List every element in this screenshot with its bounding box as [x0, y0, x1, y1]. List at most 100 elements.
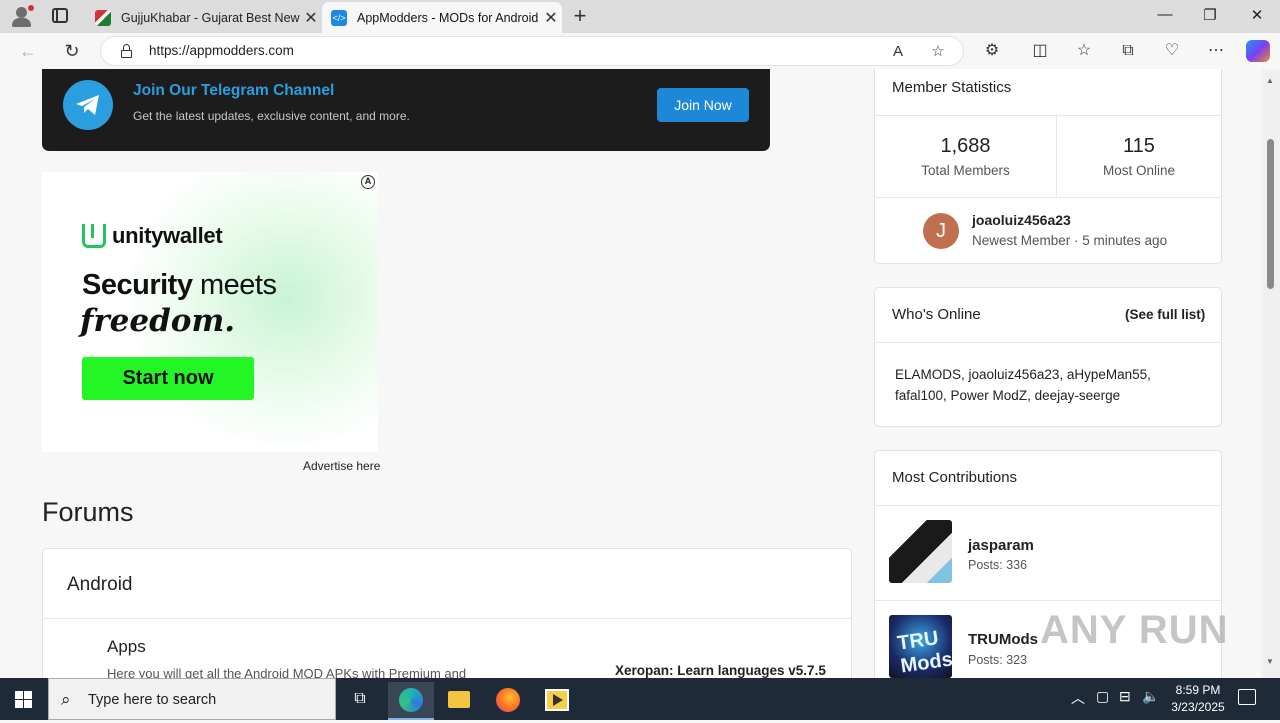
- newest-member-meta: Newest Member · 5 minutes ago: [972, 233, 1168, 248]
- ad-headline-rest: meets: [192, 269, 277, 301]
- search-icon: ⌕: [61, 690, 71, 709]
- windows-start-icon[interactable]: [15, 691, 32, 708]
- new-tab-button[interactable]: +: [568, 3, 592, 29]
- address-bar[interactable]: https://appmodders.com A ☆: [100, 36, 964, 66]
- divider: [875, 197, 1221, 198]
- device-icon[interactable]: ▢: [1096, 688, 1109, 705]
- restore-button[interactable]: ❐: [1199, 6, 1221, 26]
- avatar-text: TRU Mods: [896, 627, 952, 678]
- stat-label: Total Members: [921, 163, 1010, 178]
- contributor-name[interactable]: jasparam: [968, 537, 1034, 554]
- system-clock[interactable]: 8:59 PM 3/23/2025: [1160, 682, 1236, 716]
- most-online-stat: 115 Most Online: [1057, 135, 1221, 178]
- tab-gujjukhabar[interactable]: GujjuKhabar - Gujarat Best News ✕: [86, 2, 322, 33]
- latest-post-link[interactable]: Xeropan: Learn languages v5.7.5: [615, 663, 826, 678]
- tab-strip: GujjuKhabar - Gujarat Best News ✕ </> Ap…: [0, 0, 1280, 33]
- unitywallet-logo-icon: [82, 224, 106, 248]
- profile-icon[interactable]: [10, 5, 34, 27]
- stat-value: 1,688: [940, 135, 991, 157]
- windows-taskbar: ⌕ Type here to search ⧉ ︿ ▢ ⊟ 🔈 8:59 PM …: [0, 678, 1280, 720]
- search-placeholder[interactable]: Type here to search: [88, 692, 216, 708]
- member-statistics-card: Member Statistics 1,688 Total Members 11…: [874, 69, 1222, 264]
- telegram-icon: [63, 80, 113, 130]
- online-users-list[interactable]: ELAMODS, joaoluiz456a23, aHypeMan55, faf…: [895, 364, 1195, 406]
- card-title: Member Statistics: [892, 79, 1012, 96]
- telegram-title[interactable]: Join Our Telegram Channel: [133, 82, 334, 100]
- chevron-up-icon[interactable]: ︿: [1071, 688, 1085, 708]
- tab-title: AppModders - MODs for Android: [357, 10, 539, 25]
- network-icon[interactable]: ⊟: [1119, 688, 1131, 705]
- card-title: Who's Online: [892, 306, 981, 323]
- divider: [875, 600, 1221, 601]
- extensions-icon[interactable]: ⚙: [980, 39, 1004, 63]
- split-screen-icon[interactable]: ◫: [1028, 39, 1052, 63]
- anyrun-watermark: ANY RUN: [1040, 608, 1229, 652]
- clock-time: 8:59 PM: [1175, 683, 1221, 697]
- task-view-icon[interactable]: ⧉: [337, 682, 383, 720]
- newest-member-name[interactable]: joaoluiz456a23: [972, 212, 1071, 228]
- favorite-star-icon[interactable]: ☆: [927, 41, 949, 63]
- refresh-icon[interactable]: ↻: [60, 39, 84, 63]
- telegram-banner: Join Our Telegram Channel Get the latest…: [42, 69, 770, 151]
- favorites-icon[interactable]: ☆: [1072, 39, 1096, 63]
- scroll-down-icon[interactable]: ▼: [1266, 657, 1274, 666]
- adchoices-icon[interactable]: A: [361, 175, 375, 189]
- more-options-icon[interactable]: ⋯: [1204, 39, 1228, 63]
- contributor-posts: Posts: 336: [968, 558, 1028, 572]
- join-now-button[interactable]: Join Now: [657, 88, 749, 122]
- total-members-stat: 1,688 Total Members: [875, 135, 1056, 178]
- stat-value: 115: [1123, 135, 1155, 157]
- avatar[interactable]: [889, 520, 952, 583]
- start-now-button[interactable]: Start now: [82, 357, 254, 400]
- ad-headline-bold: Security: [82, 269, 193, 301]
- close-window-button[interactable]: ✕: [1246, 6, 1268, 26]
- gujjukhabar-favicon-icon: [95, 9, 111, 26]
- collections-icon[interactable]: ⧉: [1116, 39, 1140, 63]
- browser-toolbar: ← ↻ https://appmodders.com A ☆ ⚙ ◫ ☆ ⧉ ♡…: [0, 33, 1280, 69]
- minimize-button[interactable]: —: [1154, 6, 1176, 26]
- copilot-icon[interactable]: [1246, 40, 1270, 62]
- volume-icon[interactable]: 🔈: [1142, 688, 1159, 705]
- url-text[interactable]: https://appmodders.com: [149, 43, 294, 58]
- see-full-list-link[interactable]: (See full list): [1125, 307, 1205, 322]
- read-aloud-icon[interactable]: A: [887, 41, 909, 63]
- tab-appmodders[interactable]: </> AppModders - MODs for Android ✕: [322, 2, 562, 33]
- taskbar-search-box[interactable]: ⌕ Type here to search: [48, 678, 336, 720]
- subforum-description: Here you will get all the Android MOD AP…: [107, 666, 467, 678]
- advertise-here-link[interactable]: Advertise here: [303, 459, 380, 473]
- forums-heading: Forums: [42, 497, 134, 527]
- ad-headline: Security meets: [82, 269, 277, 302]
- category-title[interactable]: Android: [67, 574, 133, 596]
- forum-category-card: Android Apps Here you will get all the A…: [42, 548, 852, 678]
- divider: [875, 342, 1221, 343]
- avatar[interactable]: TRU Mods: [889, 615, 952, 678]
- back-icon[interactable]: ←: [16, 39, 40, 63]
- page-viewport: Join Our Telegram Channel Get the latest…: [0, 69, 1262, 678]
- divider: [43, 618, 851, 619]
- page-scrollbar[interactable]: ▲ ▼: [1262, 69, 1280, 678]
- tab-actions-icon[interactable]: [52, 8, 68, 23]
- scroll-thumb[interactable]: [1267, 139, 1274, 289]
- advertisement[interactable]: A unitywallet Security meets freedom. St…: [42, 172, 378, 452]
- contributor-posts: Posts: 323: [968, 653, 1028, 667]
- media-player-icon[interactable]: [534, 682, 580, 720]
- browser-essentials-icon[interactable]: ♡: [1160, 39, 1184, 63]
- close-tab-icon[interactable]: ✕: [540, 8, 562, 28]
- contributor-name[interactable]: TRUMods: [968, 631, 1038, 648]
- notifications-icon[interactable]: [1238, 689, 1256, 705]
- close-tab-icon[interactable]: ✕: [300, 8, 322, 28]
- tab-title: GujjuKhabar - Gujarat Best News: [121, 10, 300, 25]
- firefox-icon[interactable]: [485, 682, 531, 720]
- scroll-up-icon[interactable]: ▲: [1266, 76, 1274, 85]
- file-explorer-icon[interactable]: [436, 682, 482, 720]
- ad-headline-2: freedom.: [80, 303, 236, 339]
- edge-taskbar-icon[interactable]: [388, 682, 434, 720]
- card-title: Most Contributions: [892, 469, 1018, 486]
- avatar[interactable]: J: [923, 213, 959, 249]
- subforum-title[interactable]: Apps: [107, 637, 146, 657]
- ad-brand: unitywallet: [112, 223, 223, 248]
- clock-date: 3/23/2025: [1171, 700, 1225, 714]
- telegram-subtitle: Get the latest updates, exclusive conten…: [133, 109, 410, 123]
- lock-icon[interactable]: [121, 44, 132, 58]
- appmodders-favicon-icon: </>: [331, 9, 347, 26]
